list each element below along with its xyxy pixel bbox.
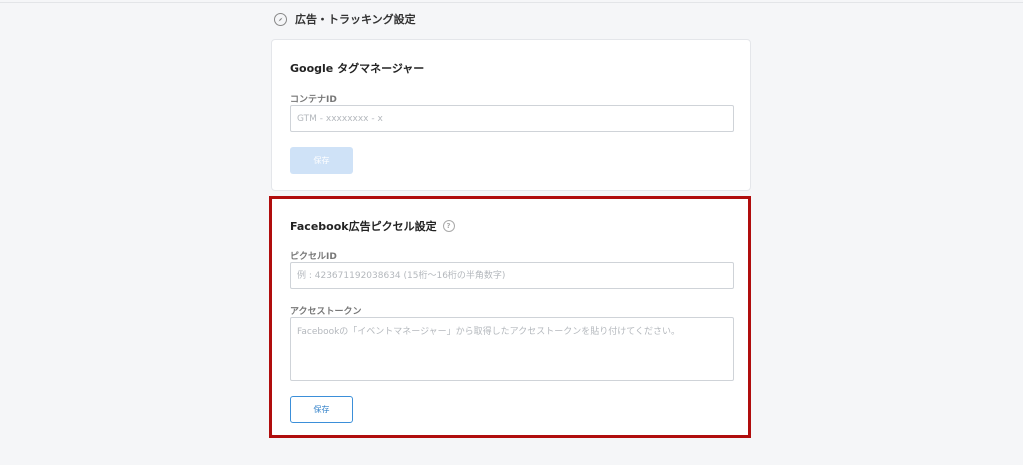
facebook-title-text: Facebook広告ピクセル設定 (290, 220, 437, 233)
facebook-save-button[interactable]: 保存 (290, 396, 353, 423)
gtm-card-title: Google タグマネージャー (290, 60, 424, 76)
section-title: 広告・トラッキング設定 (295, 13, 416, 26)
compass-icon (274, 12, 287, 26)
top-divider (0, 2, 1023, 3)
facebook-card-title: Facebook広告ピクセル設定 ? (290, 218, 455, 234)
pixel-id-input[interactable] (290, 262, 734, 289)
container-id-input[interactable] (290, 105, 734, 132)
facebook-pixel-card: Facebook広告ピクセル設定 ? ピクセルID アクセストークン 保存 (271, 197, 751, 437)
section-header: 広告・トラッキング設定 (274, 11, 416, 27)
pixel-id-label: ピクセルID (290, 252, 337, 262)
access-token-label: アクセストークン (290, 307, 362, 317)
container-id-label: コンテナID (290, 95, 337, 105)
gtm-card: Google タグマネージャー コンテナID 保存 (271, 39, 751, 191)
gtm-title-text: Google タグマネージャー (290, 62, 425, 75)
gtm-save-button[interactable]: 保存 (290, 147, 353, 174)
help-circle-icon[interactable]: ? (442, 220, 455, 232)
access-token-textarea[interactable] (290, 317, 734, 381)
